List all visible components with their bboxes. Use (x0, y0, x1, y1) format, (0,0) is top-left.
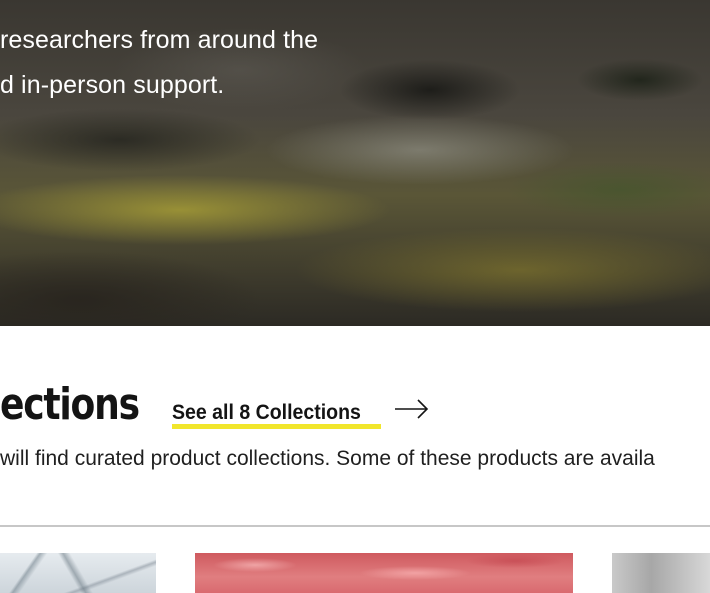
see-all-collections-label: See all 8 Collections (172, 401, 361, 424)
hero-title-fragment (0, 0, 60, 8)
see-all-collections-link[interactable]: See all 8 Collections (172, 396, 429, 430)
arrow-right-icon (395, 399, 429, 419)
collections-heading: ections (0, 379, 140, 430)
hero-description-line-1: researchers from around the (0, 26, 319, 54)
collection-card-image[interactable] (0, 553, 156, 593)
hero-description-line-2: d in-person support. (0, 71, 225, 99)
hero-banner: researchers from around the d in-person … (0, 0, 710, 326)
section-divider (0, 525, 710, 527)
link-underline (172, 424, 381, 429)
collections-intro-text: will find curated product collections. S… (0, 447, 655, 470)
collection-card-image[interactable] (195, 553, 573, 593)
collection-card-image[interactable] (612, 553, 710, 593)
